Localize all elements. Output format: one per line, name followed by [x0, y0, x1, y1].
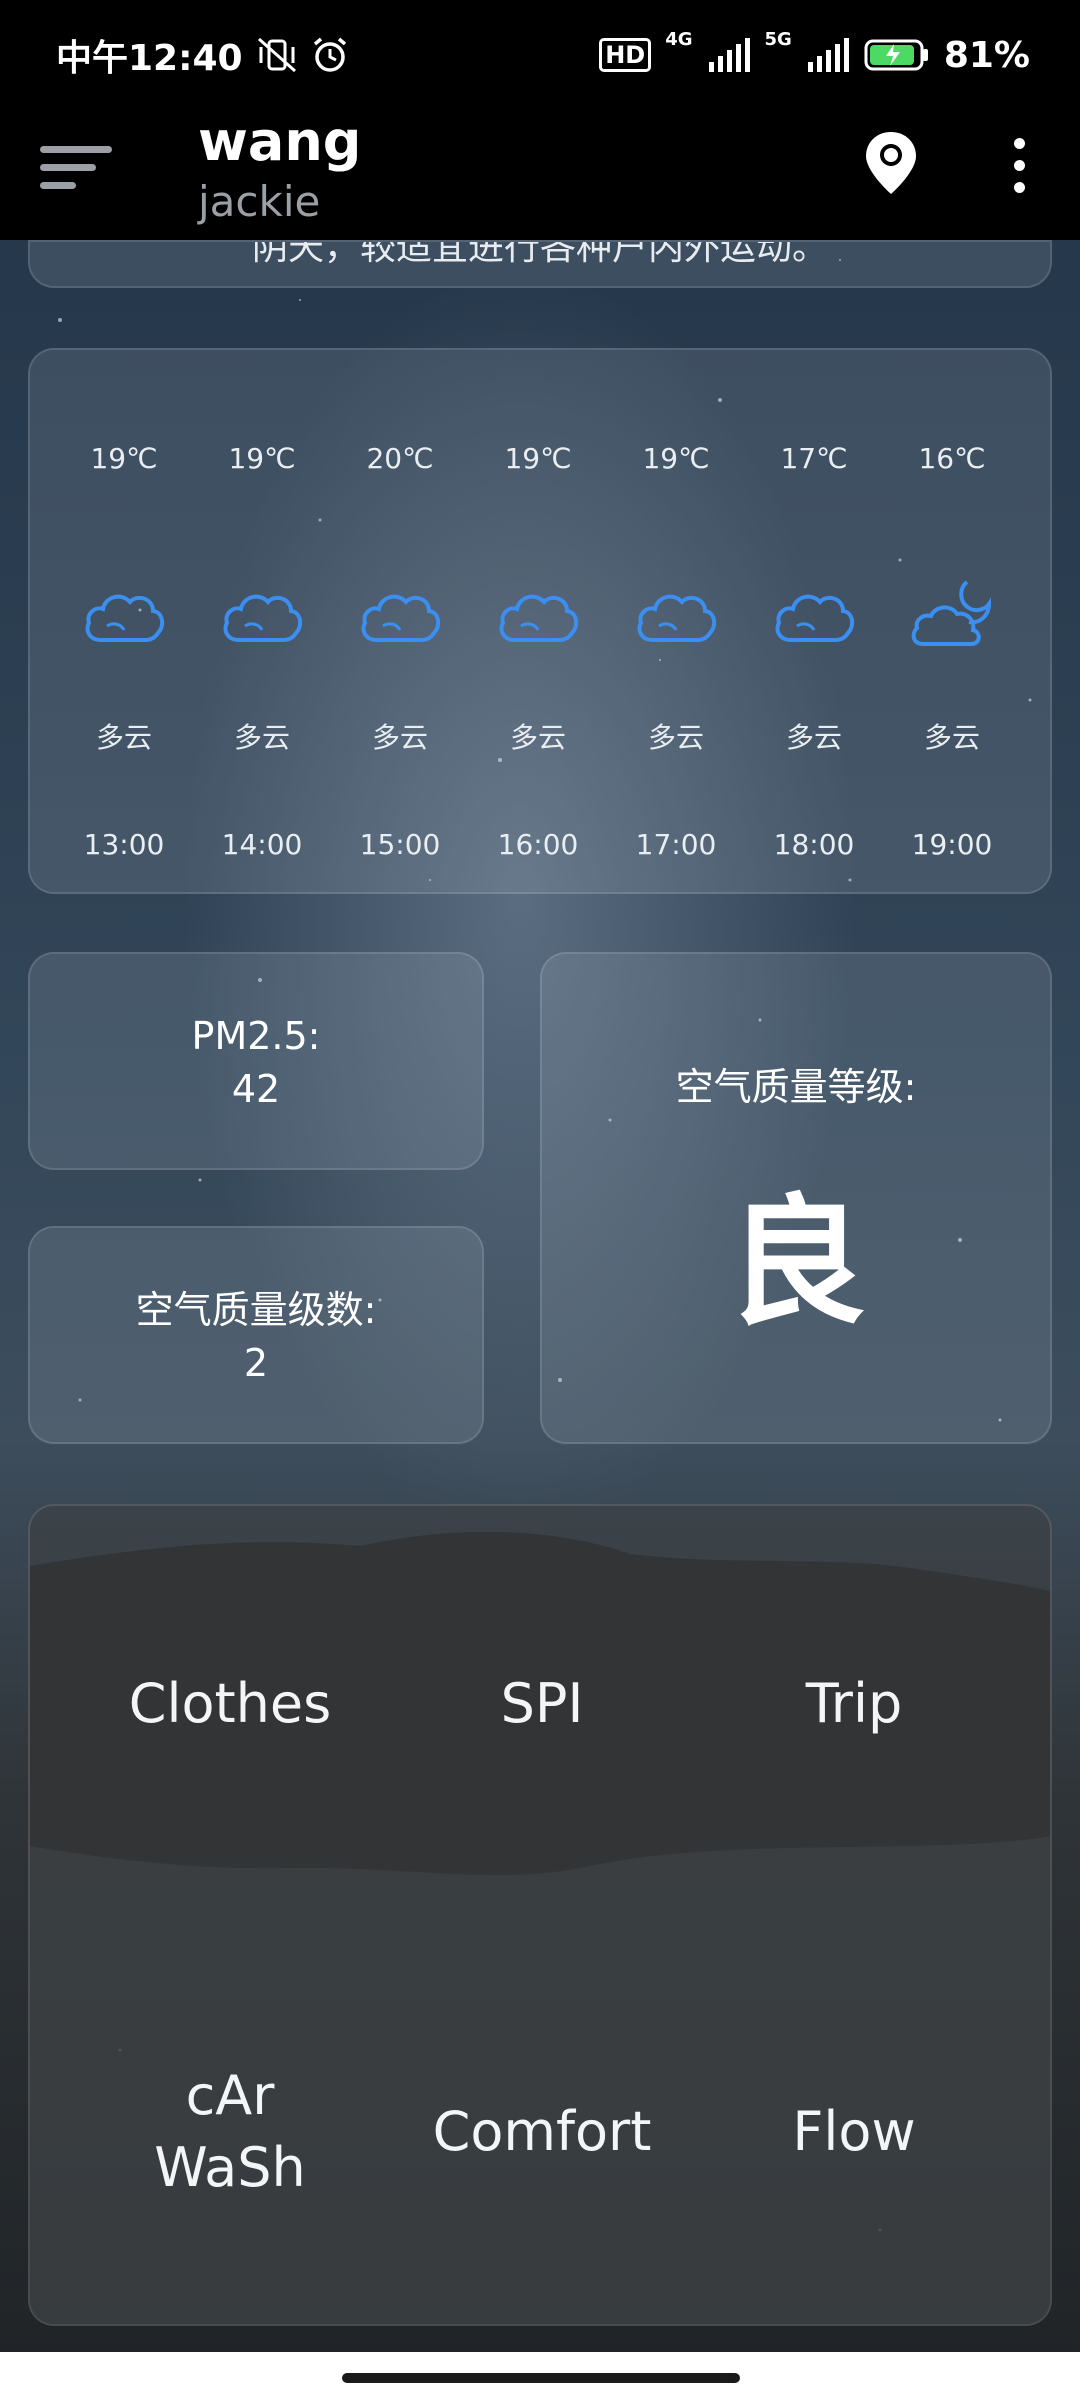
advice-text: 阴天，较适宜进行各种户内外运动。 — [251, 240, 828, 268]
cloudy-icon — [633, 578, 719, 648]
index-clothes[interactable]: Clothes — [70, 1668, 390, 1740]
hourly-temp: 19℃ — [504, 442, 572, 475]
index-trip-label: Trip — [805, 1672, 903, 1735]
air-quality-level-card: 空气质量等级: 良 — [540, 952, 1052, 1444]
menu-icon[interactable] — [40, 140, 112, 196]
index-clothes-label: Clothes — [128, 1672, 332, 1735]
hd-badge: HD — [599, 38, 652, 72]
app-title: wang — [198, 110, 362, 173]
hourly-time: 15:00 — [359, 828, 441, 861]
hourly-time: 14:00 — [221, 828, 303, 861]
hourly-temp: 16℃ — [918, 442, 986, 475]
pm25-value: 42 — [231, 1067, 281, 1111]
signal-icon-2 — [807, 38, 849, 72]
hourly-time: 18:00 — [773, 828, 855, 861]
cloudy-icon — [357, 578, 443, 648]
air-quality-level-label: 空气质量等级: — [675, 1065, 917, 1109]
hourly-condition: 多云 — [233, 721, 290, 754]
home-indicator[interactable] — [342, 2373, 740, 2383]
index-flow-label: Flow — [792, 2100, 916, 2163]
pm25-card: PM2.5: 42 — [28, 952, 484, 1170]
index-comfort-label: Comfort — [432, 2100, 652, 2163]
hourly-time: 16:00 — [497, 828, 579, 861]
index-car-wash[interactable]: cAr WaSh — [70, 2060, 390, 2204]
partly-cloudy-night-icon — [909, 578, 995, 648]
hourly-item: 17℃ 多云 18:00 — [745, 350, 883, 896]
hourly-item: 19℃ 多云 13:00 — [55, 350, 193, 896]
index-car-wash-line2: WaSh — [154, 2136, 306, 2199]
cloudy-icon — [81, 578, 167, 648]
index-spi[interactable]: SPI — [382, 1668, 702, 1740]
hourly-time: 19:00 — [911, 828, 993, 861]
aqi-grade-label: 空气质量级数: — [135, 1288, 377, 1332]
hourly-forecast-card: 19℃ 多云 13:00 19℃ 多云 14:00 20℃ 多云 15:00 19℃ 多云 16:00… — [28, 348, 1052, 894]
cloudy-icon — [771, 578, 857, 648]
status-left: 中午12:40 — [56, 29, 349, 81]
hourly-condition: 多云 — [509, 721, 566, 754]
hourly-condition: 多云 — [647, 721, 704, 754]
aqi-grade-card: 空气质量级数: 2 — [28, 1226, 484, 1444]
index-flow[interactable]: Flow — [694, 2096, 1014, 2168]
hourly-condition: 多云 — [785, 721, 842, 754]
hourly-time: 17:00 — [635, 828, 717, 861]
hourly-item: 19℃ 多云 14:00 — [193, 350, 331, 896]
hourly-item: 16℃ 多云 19:00 — [883, 350, 1021, 896]
aqi-grade-value: 2 — [243, 1341, 269, 1385]
battery-percent: 81% — [943, 34, 1030, 76]
hourly-condition: 多云 — [923, 721, 980, 754]
network-4g-label: 4G — [665, 28, 693, 50]
network-5g-label: 5G — [764, 28, 792, 50]
app-bar: wang jackie — [0, 110, 1080, 240]
hourly-item: 20℃ 多云 15:00 — [331, 350, 469, 896]
location-pin-icon[interactable] — [862, 130, 920, 196]
index-spi-label: SPI — [500, 1672, 584, 1735]
hourly-temp: 17℃ — [780, 442, 848, 475]
index-car-wash-line1: cAr — [185, 2064, 275, 2127]
hourly-item: 19℃ 多云 17:00 — [607, 350, 745, 896]
app-subtitle: jackie — [198, 177, 321, 226]
status-right: HD 4G 5G 81% — [599, 29, 1030, 76]
status-bar: 中午12:40 HD 4G 5G 81% — [0, 0, 1080, 110]
pm25-label: PM2.5: — [191, 1014, 321, 1058]
advice-card: 阴天，较适宜进行各种户内外运动。 — [28, 240, 1052, 288]
index-comfort[interactable]: Comfort — [382, 2096, 702, 2168]
app-title-block: wang jackie — [198, 110, 361, 230]
hourly-temp: 19℃ — [228, 442, 296, 475]
signal-icon — [708, 38, 750, 72]
vibrate-off-icon — [257, 37, 296, 73]
hourly-item: 19℃ 多云 16:00 — [469, 350, 607, 896]
hourly-condition: 多云 — [371, 721, 428, 754]
cloudy-icon — [219, 578, 305, 648]
battery-charging-icon — [864, 39, 928, 71]
hourly-temp: 19℃ — [642, 442, 710, 475]
life-index-card: Clothes SPI Trip cAr WaSh Comfort Flow — [28, 1504, 1052, 2326]
hourly-temp: 20℃ — [366, 442, 434, 475]
cloudy-icon — [495, 578, 581, 648]
air-quality-level-value: 良 — [725, 1182, 866, 1345]
hourly-time: 13:00 — [83, 828, 165, 861]
status-time: 中午12:40 — [56, 38, 243, 79]
index-trip[interactable]: Trip — [694, 1668, 1014, 1740]
more-options-icon[interactable] — [1008, 138, 1032, 194]
hourly-temp: 19℃ — [90, 442, 158, 475]
hourly-condition: 多云 — [95, 721, 152, 754]
alarm-icon — [313, 37, 346, 72]
